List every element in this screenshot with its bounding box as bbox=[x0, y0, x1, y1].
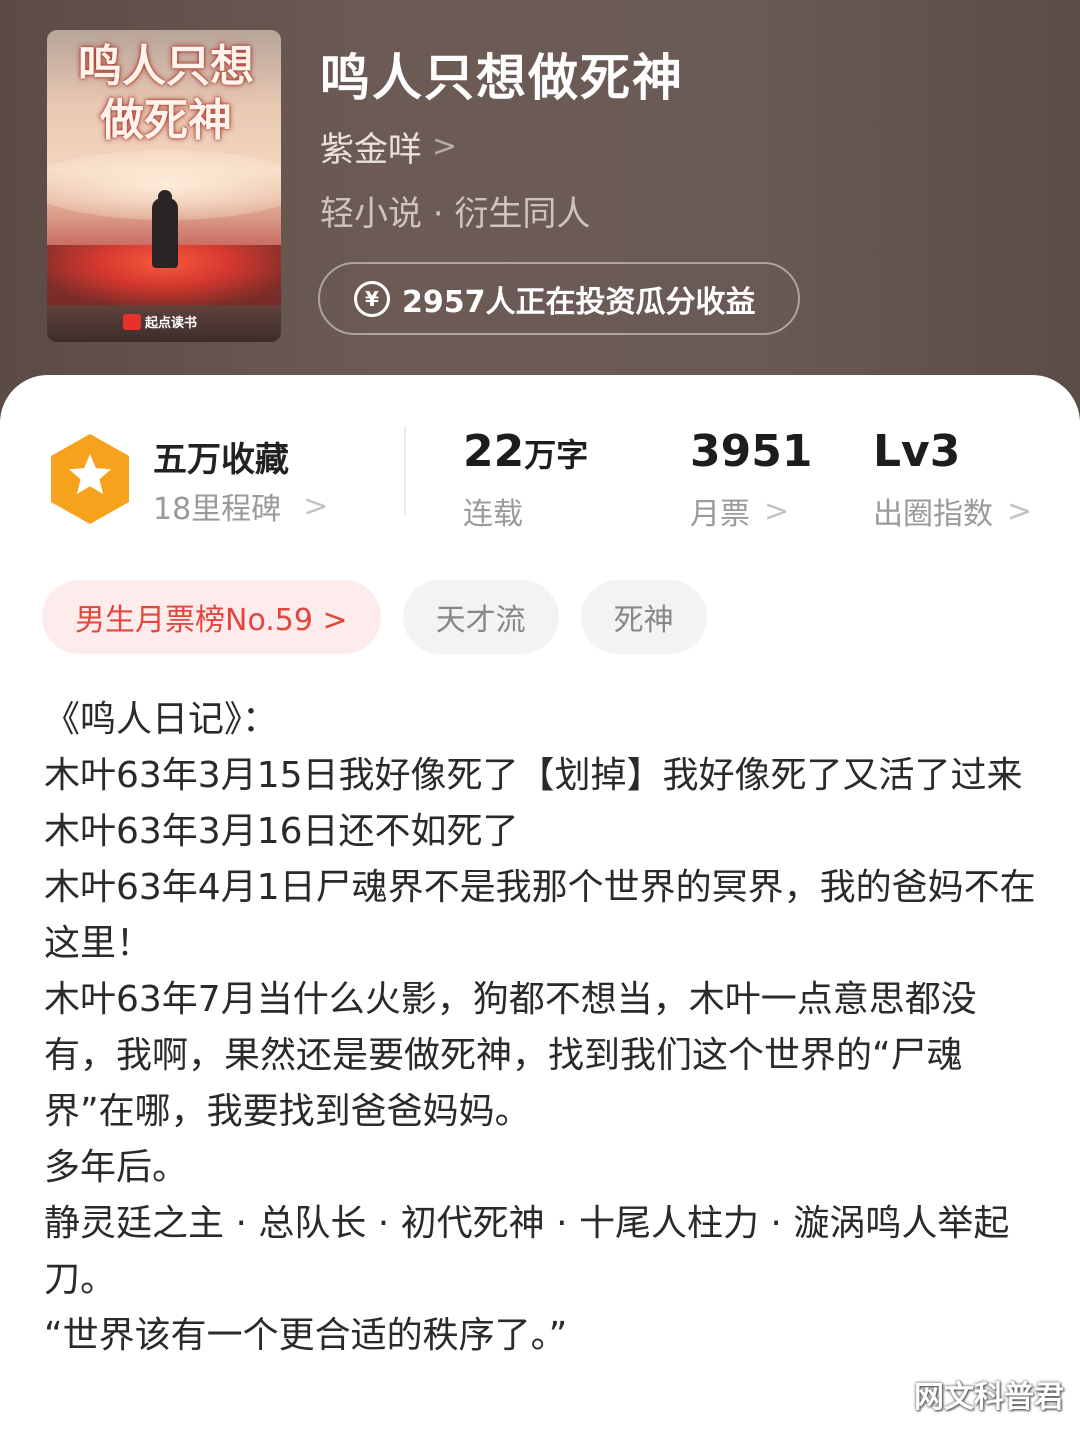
cover-figure bbox=[152, 198, 178, 268]
book-description[interactable]: 《鸣人日记》： 木叶63年3月15日我好像死了【划掉】我好像死了又活了过来 木叶… bbox=[44, 692, 1044, 1364]
popularity-stat[interactable]: Lv3 出圈指数 > bbox=[873, 426, 1032, 533]
description-line: 《鸣人日记》： bbox=[44, 699, 279, 740]
monthly-votes-value: 3951 bbox=[690, 426, 813, 477]
milestone-label: 18里程碑 bbox=[153, 492, 282, 527]
word-count-stat: 22万字 连载 bbox=[463, 426, 588, 533]
popularity-label: 出圈指数 bbox=[873, 497, 993, 532]
author-link[interactable]: 紫金咩 > bbox=[320, 122, 457, 171]
tag-genius[interactable]: 天才流 bbox=[402, 580, 559, 654]
description-line: “世界该有一个更合适的秩序了。” bbox=[44, 1315, 568, 1356]
chevron-right-icon: > bbox=[1007, 493, 1033, 529]
cover-publisher: 起点读书 bbox=[145, 316, 198, 331]
yen-icon: ¥ bbox=[354, 280, 390, 317]
stats-divider bbox=[404, 426, 406, 516]
watermark: 网文科普君 bbox=[914, 1380, 1064, 1415]
serial-status: 连载 bbox=[463, 497, 523, 532]
publisher-mark-icon bbox=[123, 313, 141, 330]
rank-tag[interactable]: 男生月票榜No.59 > bbox=[42, 580, 381, 654]
word-count-unit: 万字 bbox=[524, 436, 589, 474]
tag-list: 男生月票榜No.59 > 天才流 死神 bbox=[42, 580, 707, 654]
tag-shinigami[interactable]: 死神 bbox=[580, 580, 707, 654]
chevron-right-icon: > bbox=[764, 493, 790, 529]
author-name: 紫金咩 bbox=[320, 130, 422, 170]
description-line: 木叶63年7月当什么火影，狗都不想当，木叶一点意思都没有，我啊，果然还是要做死神… bbox=[44, 979, 977, 1132]
invest-button[interactable]: ¥ 2957人正在投资瓜分收益 bbox=[318, 262, 800, 335]
collect-title: 五万收藏 bbox=[153, 440, 289, 480]
milestone-link[interactable]: 18里程碑 > bbox=[153, 484, 328, 528]
monthly-votes-stat[interactable]: 3951 月票 > bbox=[690, 426, 812, 533]
star-badge-icon bbox=[51, 434, 129, 524]
invest-text: 2957人正在投资瓜分收益 bbox=[402, 284, 756, 320]
monthly-votes-label: 月票 bbox=[690, 497, 750, 532]
description-line: 木叶63年4月1日尸魂界不是我那个世界的冥界，我的爸妈不在这里！ bbox=[44, 867, 1036, 964]
description-line: 静灵廷之主 · 总队长 · 初代死神 · 十尾人柱力 · 漩涡鸣人举起刀。 bbox=[44, 1203, 1010, 1300]
book-cover[interactable]: 鸣人只想做死神 起点读书 bbox=[47, 30, 281, 342]
description-line: 木叶63年3月15日我好像死了【划掉】我好像死了又活了过来 bbox=[44, 755, 1023, 796]
word-count-value: 22 bbox=[463, 426, 525, 477]
book-genre: 轻小说 · 衍生同人 bbox=[320, 194, 591, 234]
cover-publisher-logo: 起点读书 bbox=[123, 312, 197, 331]
chevron-right-icon: > bbox=[432, 129, 458, 164]
cover-title: 鸣人只想做死神 bbox=[78, 41, 254, 146]
book-title: 鸣人只想做死神 bbox=[320, 49, 684, 107]
book-header: 鸣人只想做死神 起点读书 鸣人只想做死神 紫金咩 > 轻小说 · 衍生同人 ¥ … bbox=[0, 0, 1080, 420]
description-line: 木叶63年3月16日还不如死了 bbox=[44, 811, 519, 852]
popularity-level: Lv3 bbox=[873, 426, 961, 477]
chevron-right-icon: > bbox=[303, 488, 329, 524]
description-line: 多年后。 bbox=[44, 1147, 189, 1188]
